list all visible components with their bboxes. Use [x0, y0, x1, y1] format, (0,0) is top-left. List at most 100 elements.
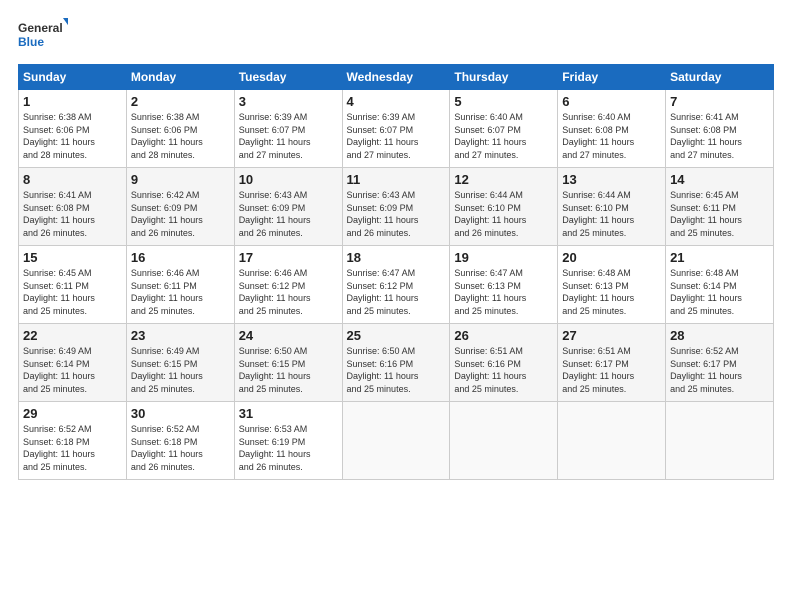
day-number: 7 — [670, 94, 769, 109]
day-number: 1 — [23, 94, 122, 109]
svg-text:General: General — [18, 21, 63, 35]
day-info: Sunrise: 6:39 AM Sunset: 6:07 PM Dayligh… — [239, 111, 338, 161]
day-cell: 14 Sunrise: 6:45 AM Sunset: 6:11 PM Dayli… — [666, 168, 774, 246]
day-cell: 16Sunrise: 6:46 AM Sunset: 6:11 PM Dayli… — [126, 246, 234, 324]
header: General Blue — [18, 18, 774, 54]
day-info: Sunrise: 6:39 AM Sunset: 6:07 PM Dayligh… — [347, 111, 446, 161]
day-info: Sunrise: 6:47 AM Sunset: 6:12 PM Dayligh… — [347, 267, 446, 317]
day-number: 26 — [454, 328, 553, 343]
day-info: Sunrise: 6:38 AM Sunset: 6:06 PM Dayligh… — [23, 111, 122, 161]
day-info: Sunrise: 6:50 AM Sunset: 6:15 PM Dayligh… — [239, 345, 338, 395]
day-info: Sunrise: 6:44 AM Sunset: 6:10 PM Dayligh… — [454, 189, 553, 239]
day-info: Sunrise: 6:48 AM Sunset: 6:14 PM Dayligh… — [670, 267, 769, 317]
day-cell: 10Sunrise: 6:43 AM Sunset: 6:09 PM Dayli… — [234, 168, 342, 246]
day-info: Sunrise: 6:38 AM Sunset: 6:06 PM Dayligh… — [131, 111, 230, 161]
day-info: Sunrise: 6:51 AM Sunset: 6:17 PM Dayligh… — [562, 345, 661, 395]
day-number: 30 — [131, 406, 230, 421]
day-number: 25 — [347, 328, 446, 343]
week-row-3: 15 Sunrise: 6:45 AM Sunset: 6:11 PM Dayli… — [19, 246, 774, 324]
day-info: Sunrise: 6:52 AM Sunset: 6:18 PM Dayligh… — [131, 423, 230, 473]
day-info: Sunrise: 6:52 AM Sunset: 6:17 PM Dayligh… — [670, 345, 769, 395]
day-info: Sunrise: 6:47 AM Sunset: 6:13 PM Dayligh… — [454, 267, 553, 317]
day-cell: 25 Sunrise: 6:50 AM Sunset: 6:16 PM Dayli… — [342, 324, 450, 402]
day-number: 5 — [454, 94, 553, 109]
day-cell: 6Sunrise: 6:40 AM Sunset: 6:08 PM Daylig… — [558, 90, 666, 168]
day-info: Sunrise: 6:43 AM Sunset: 6:09 PM Dayligh… — [347, 189, 446, 239]
svg-text:Blue: Blue — [18, 35, 44, 49]
day-cell: 15 Sunrise: 6:45 AM Sunset: 6:11 PM Dayli… — [19, 246, 127, 324]
day-info: Sunrise: 6:50 AM Sunset: 6:16 PM Dayligh… — [347, 345, 446, 395]
day-number: 29 — [23, 406, 122, 421]
day-cell: 9Sunrise: 6:42 AM Sunset: 6:09 PM Daylig… — [126, 168, 234, 246]
day-number: 22 — [23, 328, 122, 343]
day-number: 27 — [562, 328, 661, 343]
day-info: Sunrise: 6:40 AM Sunset: 6:07 PM Dayligh… — [454, 111, 553, 161]
calendar-table: SundayMondayTuesdayWednesdayThursdayFrid… — [18, 64, 774, 480]
day-cell: 8Sunrise: 6:41 AM Sunset: 6:08 PM Daylig… — [19, 168, 127, 246]
logo-svg: General Blue — [18, 18, 68, 54]
day-cell: 21 Sunrise: 6:48 AM Sunset: 6:14 PM Dayli… — [666, 246, 774, 324]
day-number: 17 — [239, 250, 338, 265]
day-header-friday: Friday — [558, 65, 666, 90]
day-number: 14 — [670, 172, 769, 187]
day-cell — [450, 402, 558, 480]
day-number: 18 — [347, 250, 446, 265]
day-info: Sunrise: 6:48 AM Sunset: 6:13 PM Dayligh… — [562, 267, 661, 317]
day-cell: 2 Sunrise: 6:38 AM Sunset: 6:06 PM Daylig… — [126, 90, 234, 168]
day-cell: 26 Sunrise: 6:51 AM Sunset: 6:16 PM Dayli… — [450, 324, 558, 402]
day-header-tuesday: Tuesday — [234, 65, 342, 90]
day-info: Sunrise: 6:52 AM Sunset: 6:18 PM Dayligh… — [23, 423, 122, 473]
day-cell: 19 Sunrise: 6:47 AM Sunset: 6:13 PM Dayli… — [450, 246, 558, 324]
day-number: 8 — [23, 172, 122, 187]
day-header-wednesday: Wednesday — [342, 65, 450, 90]
day-header-thursday: Thursday — [450, 65, 558, 90]
day-cell: 20 Sunrise: 6:48 AM Sunset: 6:13 PM Dayli… — [558, 246, 666, 324]
day-info: Sunrise: 6:44 AM Sunset: 6:10 PM Dayligh… — [562, 189, 661, 239]
day-number: 28 — [670, 328, 769, 343]
day-number: 31 — [239, 406, 338, 421]
day-cell: 29 Sunrise: 6:52 AM Sunset: 6:18 PM Dayli… — [19, 402, 127, 480]
day-cell: 30 Sunrise: 6:52 AM Sunset: 6:18 PM Dayli… — [126, 402, 234, 480]
day-number: 20 — [562, 250, 661, 265]
day-cell: 31 Sunrise: 6:53 AM Sunset: 6:19 PM Dayli… — [234, 402, 342, 480]
day-cell: 1 Sunrise: 6:38 AM Sunset: 6:06 PM Daylig… — [19, 90, 127, 168]
day-number: 10 — [239, 172, 338, 187]
day-info: Sunrise: 6:51 AM Sunset: 6:16 PM Dayligh… — [454, 345, 553, 395]
week-row-4: 22Sunrise: 6:49 AM Sunset: 6:14 PM Dayli… — [19, 324, 774, 402]
day-info: Sunrise: 6:53 AM Sunset: 6:19 PM Dayligh… — [239, 423, 338, 473]
day-header-monday: Monday — [126, 65, 234, 90]
day-number: 2 — [131, 94, 230, 109]
day-cell: 17 Sunrise: 6:46 AM Sunset: 6:12 PM Dayli… — [234, 246, 342, 324]
day-cell: 18 Sunrise: 6:47 AM Sunset: 6:12 PM Dayli… — [342, 246, 450, 324]
day-info: Sunrise: 6:42 AM Sunset: 6:09 PM Dayligh… — [131, 189, 230, 239]
day-number: 12 — [454, 172, 553, 187]
day-cell: 3 Sunrise: 6:39 AM Sunset: 6:07 PM Daylig… — [234, 90, 342, 168]
day-cell — [342, 402, 450, 480]
day-number: 23 — [131, 328, 230, 343]
day-cell — [666, 402, 774, 480]
day-info: Sunrise: 6:46 AM Sunset: 6:12 PM Dayligh… — [239, 267, 338, 317]
day-number: 21 — [670, 250, 769, 265]
day-number: 19 — [454, 250, 553, 265]
day-cell: 4 Sunrise: 6:39 AM Sunset: 6:07 PM Daylig… — [342, 90, 450, 168]
calendar-page: General Blue SundayMondayTuesdayWednesda… — [0, 0, 792, 612]
day-cell: 23Sunrise: 6:49 AM Sunset: 6:15 PM Dayli… — [126, 324, 234, 402]
day-number: 11 — [347, 172, 446, 187]
day-header-sunday: Sunday — [19, 65, 127, 90]
day-cell: 28 Sunrise: 6:52 AM Sunset: 6:17 PM Dayli… — [666, 324, 774, 402]
day-cell: 27 Sunrise: 6:51 AM Sunset: 6:17 PM Dayli… — [558, 324, 666, 402]
day-info: Sunrise: 6:41 AM Sunset: 6:08 PM Dayligh… — [670, 111, 769, 161]
header-row: SundayMondayTuesdayWednesdayThursdayFrid… — [19, 65, 774, 90]
day-info: Sunrise: 6:45 AM Sunset: 6:11 PM Dayligh… — [23, 267, 122, 317]
day-header-saturday: Saturday — [666, 65, 774, 90]
day-number: 16 — [131, 250, 230, 265]
day-cell: 12 Sunrise: 6:44 AM Sunset: 6:10 PM Dayli… — [450, 168, 558, 246]
day-cell: 24 Sunrise: 6:50 AM Sunset: 6:15 PM Dayli… — [234, 324, 342, 402]
week-row-5: 29 Sunrise: 6:52 AM Sunset: 6:18 PM Dayli… — [19, 402, 774, 480]
day-number: 4 — [347, 94, 446, 109]
day-number: 24 — [239, 328, 338, 343]
day-number: 3 — [239, 94, 338, 109]
day-info: Sunrise: 6:45 AM Sunset: 6:11 PM Dayligh… — [670, 189, 769, 239]
day-number: 15 — [23, 250, 122, 265]
day-cell: 5 Sunrise: 6:40 AM Sunset: 6:07 PM Daylig… — [450, 90, 558, 168]
